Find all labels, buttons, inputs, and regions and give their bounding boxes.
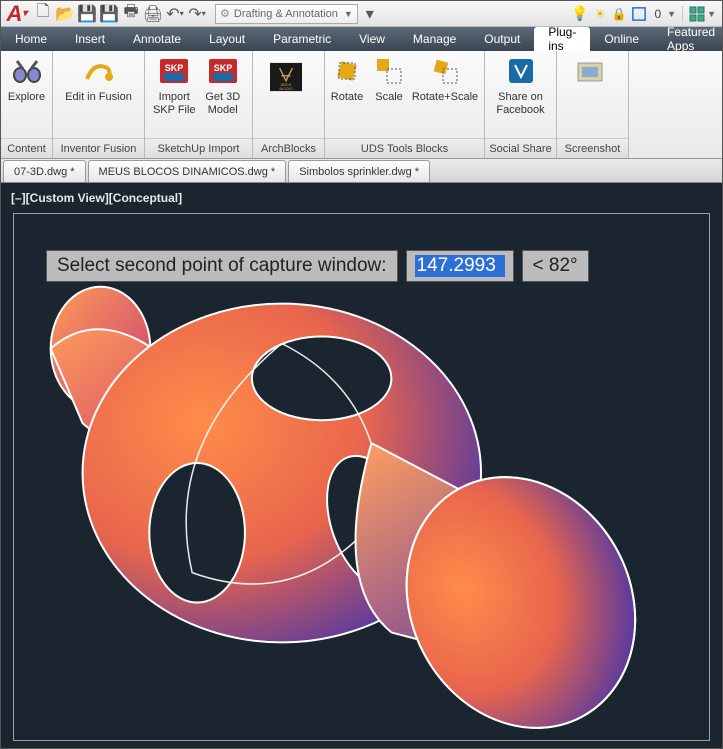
- chevron-down-icon: ▼: [344, 9, 353, 19]
- dynamic-input-prompt: Select second point of capture window: <…: [46, 250, 589, 282]
- redo-icon[interactable]: ↷▾: [189, 6, 205, 22]
- tab-plugins[interactable]: Plug-ins: [534, 27, 590, 51]
- lock-icon[interactable]: 🔒: [612, 7, 627, 21]
- edit-fusion-button[interactable]: Edit in Fusion: [59, 55, 138, 104]
- viewport-label[interactable]: [–][Custom View][Conceptual]: [7, 189, 716, 207]
- doctab-meus-blocos[interactable]: MEUS BLOCOS DINAMICOS.dwg *: [88, 160, 287, 182]
- panel-title: Social Share: [485, 138, 556, 158]
- svg-text:BLOCKS: BLOCKS: [280, 87, 293, 91]
- tab-parametric[interactable]: Parametric: [259, 27, 345, 51]
- doctab-07-3d[interactable]: 07-3D.dwg *: [3, 160, 86, 182]
- tab-home[interactable]: Home: [1, 27, 61, 51]
- panel-title: ArchBlocks: [253, 138, 324, 158]
- quick-access-toolbar: 🗋 📂 💾 💾 🖶 🖨 ↶▾ ↷▾: [29, 6, 211, 22]
- skp-import-icon: SKP: [158, 55, 190, 87]
- document-tabs: 07-3D.dwg * MEUS BLOCOS DINAMICOS.dwg * …: [1, 159, 722, 183]
- workspace-dropdown[interactable]: ⚙ Drafting & Annotation ▼: [215, 4, 358, 24]
- app-logo[interactable]: A▾: [1, 0, 29, 28]
- explore-button[interactable]: Explore: [7, 55, 46, 104]
- angle-display: < 82°: [522, 250, 589, 282]
- 3d-model-render: [14, 214, 709, 740]
- drawing-canvas[interactable]: Select second point of capture window: <…: [13, 213, 710, 741]
- rotate-icon: [331, 55, 363, 87]
- title-bar: A▾ 🗋 📂 💾 💾 🖶 🖨 ↶▾ ↷▾ ⚙ Drafting & Annota…: [1, 1, 722, 27]
- button-label: Get 3D Model: [200, 91, 247, 117]
- fusion-icon: [83, 55, 115, 87]
- button-label: Scale: [375, 91, 403, 104]
- open-icon[interactable]: 📂: [57, 6, 73, 22]
- scale-icon: [373, 55, 405, 87]
- ribbon: Explore Content Edit in Fusion Inventor …: [1, 51, 722, 159]
- screenshot-icon: [574, 55, 606, 87]
- save-icon[interactable]: 💾: [79, 6, 95, 22]
- tab-layout[interactable]: Layout: [195, 27, 259, 51]
- skp-model-icon: SKP: [207, 55, 239, 87]
- button-label: Edit in Fusion: [65, 91, 132, 104]
- tab-manage[interactable]: Manage: [399, 27, 470, 51]
- rotate-button[interactable]: Rotate: [327, 55, 367, 104]
- saveas-icon[interactable]: 💾: [101, 6, 117, 22]
- panel-title: UDS Tools Blocks: [325, 138, 484, 158]
- layer-chevron-icon[interactable]: ▼: [667, 9, 676, 19]
- qat-dropdown-icon[interactable]: ▾: [362, 6, 378, 22]
- panel-title: Inventor Fusion: [53, 138, 144, 158]
- panel-title: Screenshot: [557, 138, 628, 158]
- panel-title: SketchUp Import: [145, 138, 252, 158]
- button-label: Rotate+Scale: [412, 91, 478, 104]
- ribbon-tabs: Home Insert Annotate Layout Parametric V…: [1, 27, 722, 51]
- button-label: Import SKP File: [151, 91, 198, 117]
- svg-text:SKP: SKP: [165, 63, 184, 73]
- panel-title: Content: [1, 138, 52, 158]
- binoculars-icon: [11, 55, 43, 87]
- undo-icon[interactable]: ↶▾: [167, 6, 183, 22]
- button-label: Explore: [8, 91, 45, 104]
- chevron-down-icon[interactable]: ▼: [707, 9, 716, 19]
- lightbulb-icon[interactable]: 💡: [571, 5, 588, 22]
- button-label: Rotate: [331, 91, 363, 104]
- import-skp-button[interactable]: SKP Import SKP File: [151, 55, 198, 117]
- plotpreview-icon[interactable]: 🖨: [145, 6, 161, 22]
- svg-text:SKP: SKP: [213, 63, 232, 73]
- layer-name: 0: [654, 7, 661, 21]
- facebook-share-button[interactable]: Share on Facebook: [491, 55, 550, 117]
- tab-online[interactable]: Online: [590, 27, 653, 51]
- rotate-scale-button[interactable]: Rotate+Scale: [411, 55, 479, 104]
- screenshot-button[interactable]: [563, 55, 617, 87]
- new-icon[interactable]: 🗋: [35, 6, 51, 22]
- get-3d-model-button[interactable]: SKP Get 3D Model: [200, 55, 247, 117]
- prompt-text: Select second point of capture window:: [46, 250, 398, 282]
- button-label: Share on Facebook: [491, 91, 550, 117]
- coordinate-input[interactable]: [415, 255, 505, 277]
- tab-featured-apps[interactable]: Featured Apps: [653, 27, 723, 51]
- layer-cube-icon[interactable]: [632, 7, 646, 21]
- coordinate-input-box: [406, 250, 514, 282]
- scale-button[interactable]: Scale: [371, 55, 407, 104]
- doctab-simbolos[interactable]: Simbolos sprinkler.dwg *: [288, 160, 430, 182]
- tab-annotate[interactable]: Annotate: [119, 27, 195, 51]
- tab-insert[interactable]: Insert: [61, 27, 119, 51]
- tab-view[interactable]: View: [345, 27, 399, 51]
- archblocks-icon: ARCHBLOCKS: [261, 55, 311, 99]
- gear-icon: ⚙: [220, 7, 230, 20]
- plot-icon[interactable]: 🖶: [123, 6, 139, 22]
- viewport-area: [–][Custom View][Conceptual]: [1, 183, 722, 748]
- tab-output[interactable]: Output: [470, 27, 534, 51]
- workspace-label: Drafting & Annotation: [234, 8, 338, 20]
- autodesk-share-icon: [505, 55, 537, 87]
- sun-icon[interactable]: ☀: [595, 7, 606, 21]
- rotate-scale-icon: [429, 55, 461, 87]
- archblocks-button[interactable]: ARCHBLOCKS: [259, 55, 313, 99]
- grid-icon[interactable]: [689, 6, 705, 22]
